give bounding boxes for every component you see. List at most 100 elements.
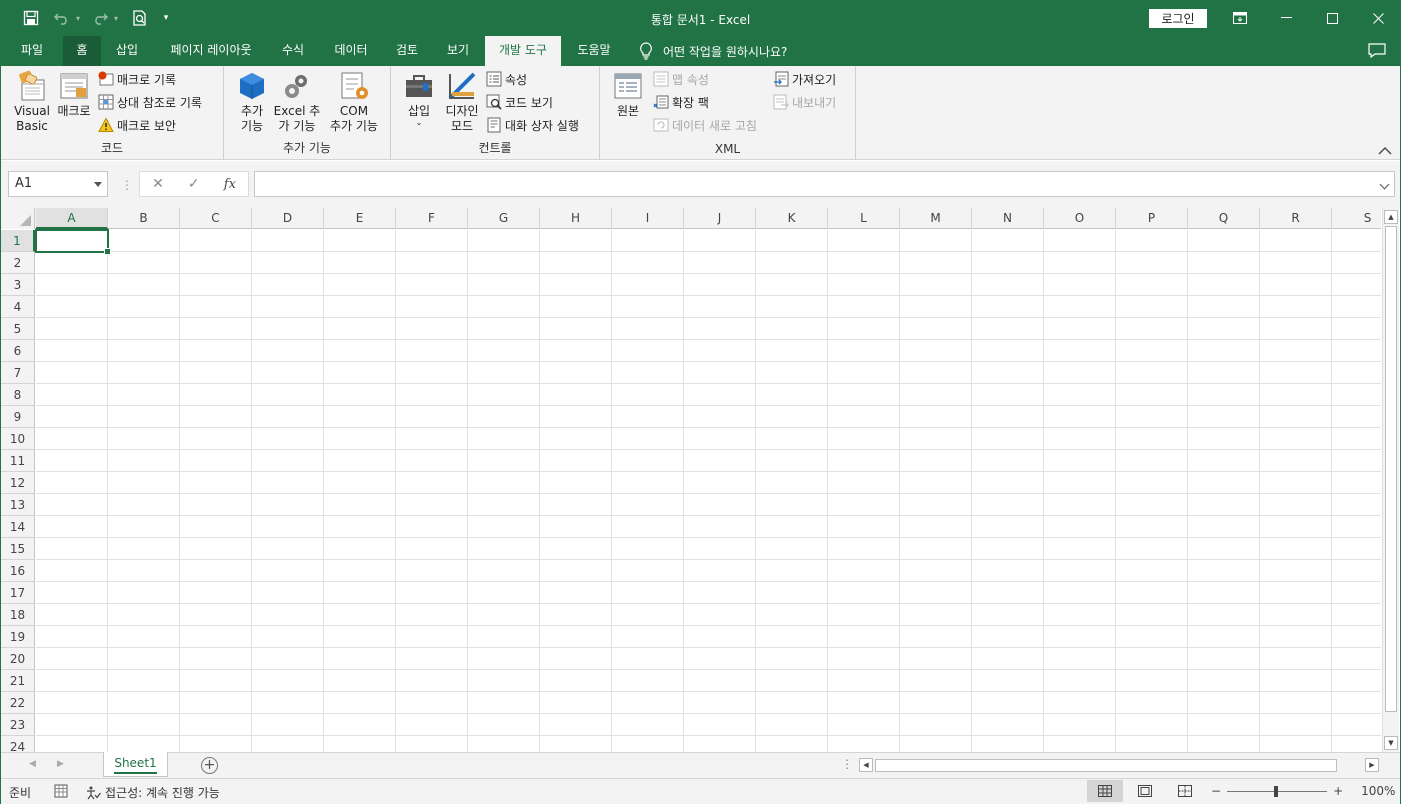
collapse-ribbon-icon[interactable] [1378,145,1392,155]
tab-developer[interactable]: 개발 도구 [485,36,561,66]
row-header-17[interactable]: 17 [1,582,35,604]
row-header-8[interactable]: 8 [1,384,35,406]
view-code-button[interactable]: 코드 보기 [486,92,553,112]
column-header-r[interactable]: R [1260,208,1332,229]
row-header-10[interactable]: 10 [1,428,35,450]
expansion-packs-button[interactable]: 확장 팩 [653,92,709,112]
row-header-1[interactable]: 1 [1,230,35,252]
column-header-q[interactable]: Q [1188,208,1260,229]
page-layout-view-icon[interactable] [1127,780,1163,802]
column-header-d[interactable]: D [252,208,324,229]
visual-basic-button[interactable]: Visual Basic [11,70,53,134]
import-button[interactable]: 가져오기 [773,69,836,89]
column-header-g[interactable]: G [468,208,540,229]
redo-icon[interactable] [89,8,111,28]
page-break-view-icon[interactable] [1167,780,1203,802]
macro-security-button[interactable]: 매크로 보안 [98,115,176,135]
row-header-2[interactable]: 2 [1,252,35,274]
row-header-6[interactable]: 6 [1,340,35,362]
zoom-slider-thumb[interactable] [1274,785,1279,797]
row-header-16[interactable]: 16 [1,560,35,582]
row-header-12[interactable]: 12 [1,472,35,494]
scroll-left-icon[interactable]: ◀ [859,758,873,772]
tab-review[interactable]: 검토 [385,36,429,66]
column-header-a[interactable]: A [36,208,108,229]
row-header-11[interactable]: 11 [1,450,35,472]
tab-formulas[interactable]: 수식 [271,36,315,66]
row-header-23[interactable]: 23 [1,714,35,736]
column-header-l[interactable]: L [828,208,900,229]
tab-view[interactable]: 보기 [437,36,479,66]
tab-page-layout[interactable]: 페이지 레이아웃 [157,36,265,66]
next-sheet-icon[interactable]: ▶ [57,759,64,769]
macros-button[interactable]: 매크로 [55,70,93,119]
column-header-j[interactable]: J [684,208,756,229]
relative-reference-button[interactable]: 상대 참조로 기록 [98,92,202,112]
xml-source-button[interactable]: 원본 [610,70,646,119]
scroll-right-icon[interactable]: ▶ [1365,758,1379,772]
row-header-4[interactable]: 4 [1,296,35,318]
row-header-13[interactable]: 13 [1,494,35,516]
column-header-n[interactable]: N [972,208,1044,229]
horizontal-scrollbar[interactable]: ◀ ▶ [859,757,1381,774]
row-header-14[interactable]: 14 [1,516,35,538]
prev-sheet-icon[interactable]: ◀ [29,759,36,769]
tab-splitter[interactable]: ⋮ [841,757,853,771]
horizontal-scroll-thumb[interactable] [875,759,1337,772]
customize-qat-icon[interactable]: ▾ [159,8,173,28]
row-header-20[interactable]: 20 [1,648,35,670]
row-header-7[interactable]: 7 [1,362,35,384]
column-header-c[interactable]: C [180,208,252,229]
row-header-15[interactable]: 15 [1,538,35,560]
column-header-i[interactable]: I [612,208,684,229]
cancel-icon[interactable]: ✕ [152,176,164,192]
tab-help[interactable]: 도움말 [567,36,621,66]
row-header-22[interactable]: 22 [1,692,35,714]
accessibility-checker[interactable]: 접근성: 계속 진행 가능 [85,784,220,801]
formula-input[interactable] [254,171,1395,197]
column-header-f[interactable]: F [396,208,468,229]
tell-me-search[interactable]: 어떤 작업을 원하시나요? [639,36,787,66]
column-header-h[interactable]: H [540,208,612,229]
enter-icon[interactable]: ✓ [188,176,200,192]
row-header-24[interactable]: 24 [1,736,35,752]
undo-dropdown-icon[interactable]: ▾ [73,8,83,28]
export-button[interactable]: 내보내기 [773,92,836,112]
column-header-k[interactable]: K [756,208,828,229]
com-addins-button[interactable]: COM 추가 기능 [324,70,384,134]
map-properties-button[interactable]: 맵 속성 [653,69,709,89]
maximize-icon[interactable] [1309,0,1355,36]
column-header-o[interactable]: O [1044,208,1116,229]
tab-data[interactable]: 데이터 [323,36,379,66]
normal-view-icon[interactable] [1087,780,1123,802]
column-header-m[interactable]: M [900,208,972,229]
row-header-5[interactable]: 5 [1,318,35,340]
tab-insert[interactable]: 삽입 [105,36,149,66]
run-dialog-button[interactable]: 대화 상자 실행 [486,115,579,135]
name-box[interactable]: A1 [8,171,108,197]
insert-function-icon[interactable]: fx [224,177,236,192]
row-header-18[interactable]: 18 [1,604,35,626]
add-sheet-button[interactable]: + [201,757,218,774]
record-macro-button[interactable]: 매크로 기록 [98,69,176,89]
excel-addins-button[interactable]: Excel 추 가 기능 [272,70,322,134]
cells-area[interactable] [36,230,1381,752]
vertical-scroll-thumb[interactable] [1385,226,1397,712]
row-header-3[interactable]: 3 [1,274,35,296]
name-box-dropdown-icon[interactable] [94,182,102,187]
zoom-out-icon[interactable]: − [1211,784,1221,798]
row-header-21[interactable]: 21 [1,670,35,692]
zoom-level[interactable]: 100% [1361,784,1395,798]
undo-icon[interactable] [51,8,73,28]
minimize-icon[interactable] [1263,0,1309,36]
column-header-p[interactable]: P [1116,208,1188,229]
print-preview-icon[interactable] [129,8,151,28]
save-icon[interactable] [19,8,43,28]
expand-formula-bar-icon[interactable] [1379,179,1390,190]
refresh-data-button[interactable]: 데이터 새로 고침 [653,115,757,135]
addins-button[interactable]: 추가 기능 [232,70,272,134]
scroll-down-icon[interactable]: ▼ [1384,736,1398,750]
tab-home[interactable]: 홈 [63,36,101,66]
column-header-b[interactable]: B [108,208,180,229]
row-header-9[interactable]: 9 [1,406,35,428]
